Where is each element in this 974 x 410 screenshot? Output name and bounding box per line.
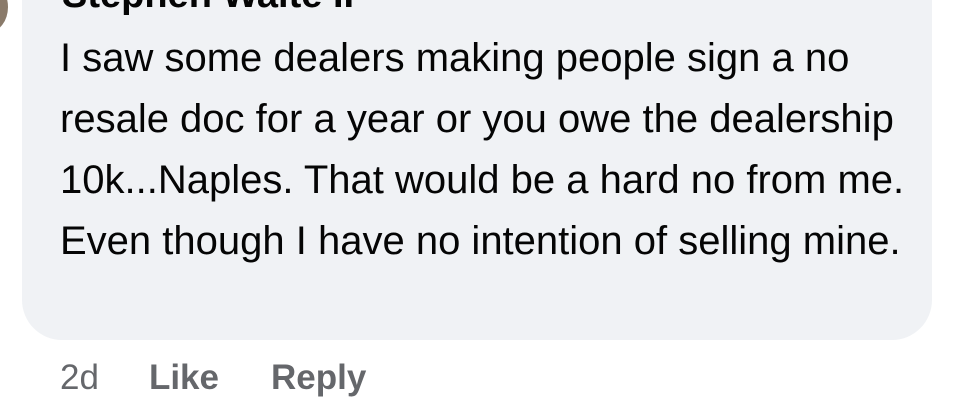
comment-actions: 2d Like Reply: [60, 356, 418, 400]
like-button[interactable]: Like: [149, 356, 219, 400]
comment-timestamp[interactable]: 2d: [60, 356, 99, 400]
comment-text: I saw some dealers making people sign a …: [60, 36, 905, 263]
reply-button[interactable]: Reply: [271, 356, 366, 400]
comment-author-name[interactable]: Stephen Waite II: [62, 0, 354, 14]
avatar[interactable]: [0, 0, 8, 32]
